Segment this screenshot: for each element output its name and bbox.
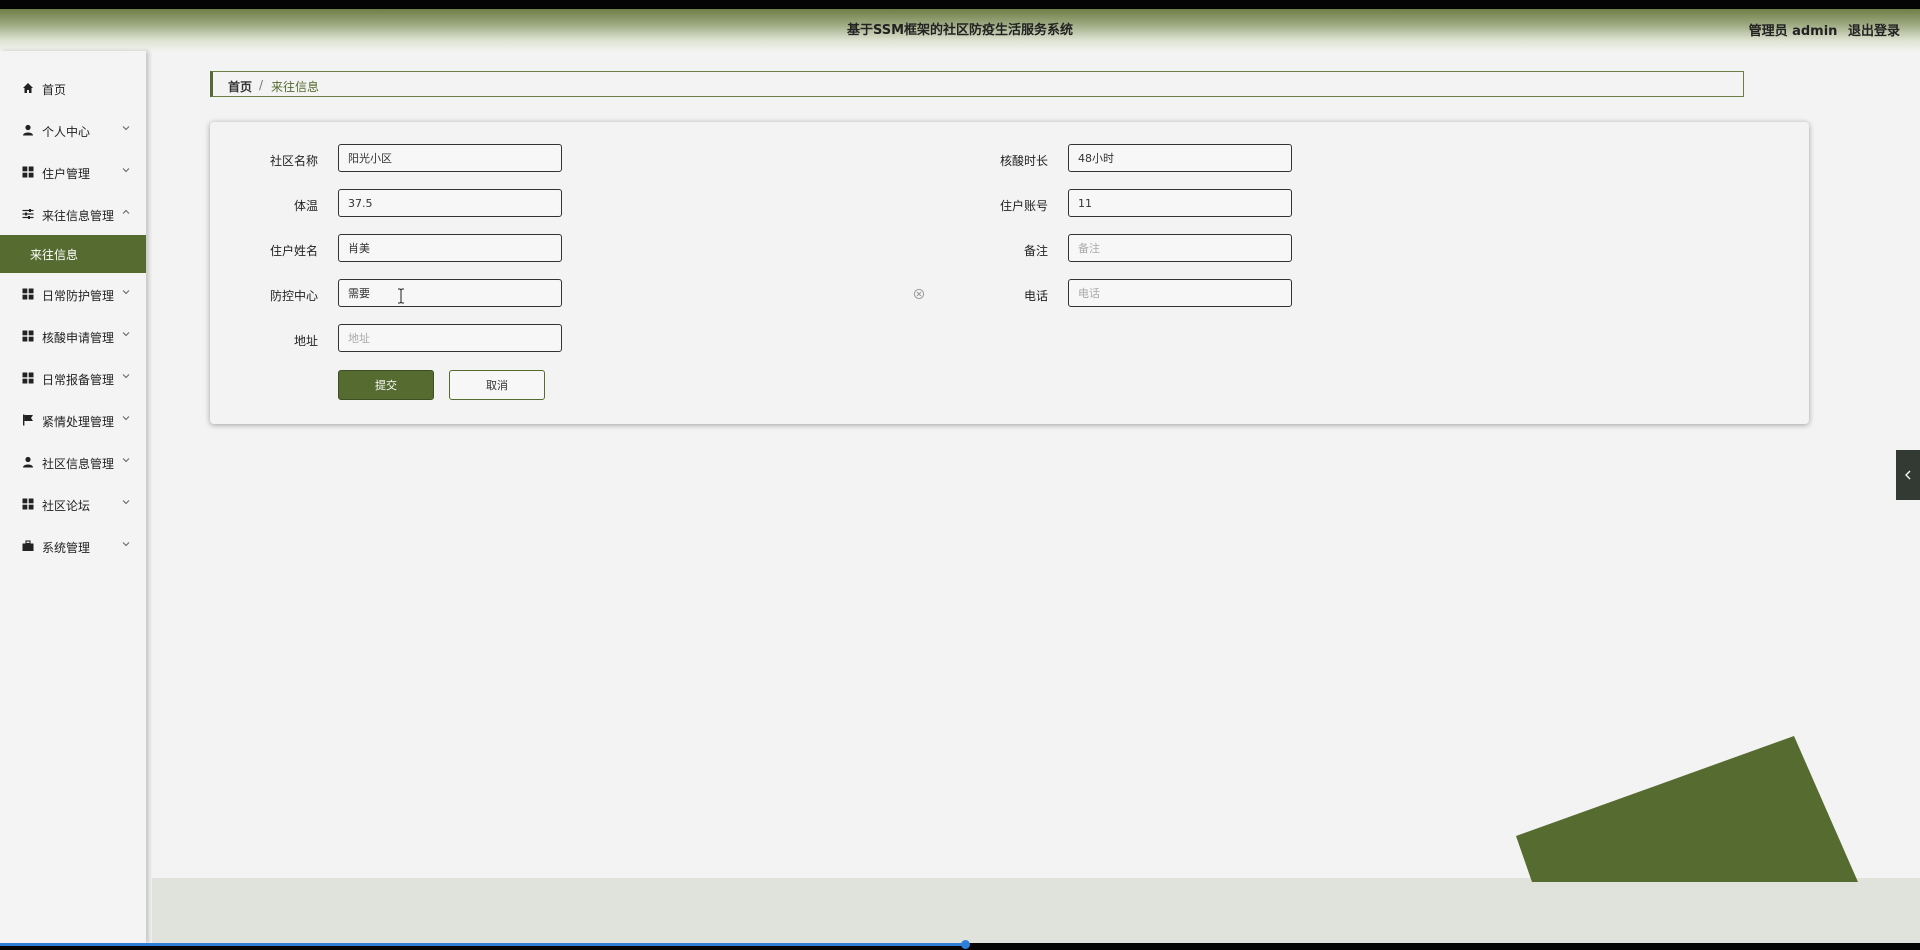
nucleic-duration-label: 核酸时长 — [999, 154, 1048, 168]
footer-band — [152, 878, 1920, 943]
home-icon — [22, 82, 34, 94]
sidebar-item-label: 日常报备管理 — [42, 373, 115, 387]
sidebar-item-emergency-handling[interactable]: 紧情处理管理 — [0, 407, 146, 433]
video-progress-bar[interactable] — [0, 943, 966, 946]
sidebar-item-community-forum[interactable]: 社区论坛 — [0, 491, 146, 517]
admin-user-label: 管理员 admin — [1748, 24, 1838, 39]
remark-label: 备注 — [1023, 244, 1048, 258]
temperature-label: 体温 — [293, 199, 318, 213]
sidebar-item-nucleic-application[interactable]: 核酸申请管理 — [0, 323, 146, 349]
chevron-down-icon — [122, 374, 130, 379]
resident-account-input[interactable] — [1068, 189, 1292, 217]
chevron-down-icon — [122, 332, 130, 337]
remark-input[interactable] — [1068, 234, 1292, 262]
chevron-up-icon — [122, 209, 130, 214]
chevron-down-icon — [122, 168, 130, 173]
sliders-icon — [22, 208, 34, 220]
sidebar-item-label: 个人中心 — [42, 125, 91, 139]
sidebar-item-community-info[interactable]: 社区信息管理 — [0, 449, 146, 475]
chevron-down-icon — [122, 542, 130, 547]
header-user-area: 管理员 admin 退出登录 — [1743, 20, 1900, 39]
sidebar: 首页 个人中心 住户管理 来往信息管理 来往信息 日常防护管理 核酸申请管理 日… — [0, 51, 146, 943]
grid-icon — [22, 372, 34, 384]
sidebar-item-visitor-info-management[interactable]: 来往信息管理 — [0, 201, 146, 227]
window-top-strip — [0, 0, 1920, 9]
sidebar-item-label: 紧情处理管理 — [42, 415, 115, 429]
sidebar-item-label: 住户管理 — [42, 167, 91, 181]
address-input[interactable] — [338, 324, 562, 352]
phone-label: 电话 — [1023, 289, 1048, 303]
video-progress-knob[interactable] — [961, 940, 970, 949]
sidebar-item-system-management[interactable]: 系统管理 — [0, 533, 146, 559]
sidebar-subitem-visitor-info[interactable]: 来往信息 — [0, 235, 146, 273]
grid-icon — [22, 498, 34, 510]
visitor-info-form-card: 社区名称 体温 住户姓名 防控中心 地址 核酸时长 住户账号 备注 电话 提交 … — [210, 122, 1809, 424]
sidebar-item-label: 日常防护管理 — [42, 289, 115, 303]
phone-input[interactable] — [1068, 279, 1292, 307]
briefcase-icon — [22, 540, 34, 552]
sidebar-subitem-label: 来往信息 — [30, 248, 79, 262]
grid-icon — [22, 330, 34, 342]
chevron-down-icon — [122, 500, 130, 505]
sidebar-item-label: 核酸申请管理 — [42, 331, 115, 345]
grid-icon — [22, 166, 34, 178]
decorative-shape — [1516, 736, 1858, 882]
app-title: 基于SSM框架的社区防疫生活服务系统 — [846, 23, 1074, 38]
submit-button[interactable]: 提交 — [338, 370, 434, 400]
sidebar-item-label: 社区信息管理 — [42, 457, 115, 471]
resident-name-label: 住户姓名 — [269, 244, 318, 258]
sidebar-item-daily-report[interactable]: 日常报备管理 — [0, 365, 146, 391]
app-header: 基于SSM框架的社区防疫生活服务系统 管理员 admin 退出登录 — [0, 9, 1920, 51]
sidebar-item-daily-protection[interactable]: 日常防护管理 — [0, 281, 146, 307]
sidebar-item-label: 社区论坛 — [42, 499, 91, 513]
chevron-left-icon — [1905, 470, 1911, 480]
side-panel-toggle[interactable] — [1896, 450, 1920, 500]
control-center-label: 防控中心 — [269, 289, 318, 303]
community-name-label: 社区名称 — [269, 154, 318, 168]
breadcrumb: 首页 / 来往信息 — [210, 71, 1744, 97]
grid-icon — [22, 288, 34, 300]
resident-account-label: 住户账号 — [999, 199, 1048, 213]
flag-icon — [22, 414, 34, 426]
sidebar-item-home[interactable]: 首页 — [0, 75, 146, 101]
chevron-down-icon — [122, 416, 130, 421]
breadcrumb-current: 来往信息 — [271, 80, 320, 94]
chevron-down-icon — [122, 290, 130, 295]
sidebar-item-label: 系统管理 — [42, 541, 91, 555]
user-icon — [22, 124, 34, 136]
resident-name-input[interactable] — [338, 234, 562, 262]
temperature-input[interactable] — [338, 189, 562, 217]
community-name-input[interactable] — [338, 144, 562, 172]
clear-circle-icon[interactable] — [913, 288, 925, 300]
sidebar-item-personal-center[interactable]: 个人中心 — [0, 117, 146, 143]
sidebar-item-resident-management[interactable]: 住户管理 — [0, 159, 146, 185]
breadcrumb-separator: / — [259, 78, 264, 92]
sidebar-item-label: 来往信息管理 — [42, 209, 115, 223]
text-cursor-icon — [398, 288, 404, 304]
control-center-input[interactable] — [338, 279, 562, 307]
address-label: 地址 — [293, 334, 318, 348]
nucleic-duration-input[interactable] — [1068, 144, 1292, 172]
chevron-down-icon — [122, 126, 130, 131]
cancel-button[interactable]: 取消 — [449, 370, 545, 400]
chevron-down-icon — [122, 458, 130, 463]
logout-link[interactable]: 退出登录 — [1848, 24, 1900, 39]
breadcrumb-home-link[interactable]: 首页 — [228, 78, 252, 95]
sidebar-item-label: 首页 — [42, 83, 67, 97]
user-icon — [22, 456, 34, 468]
